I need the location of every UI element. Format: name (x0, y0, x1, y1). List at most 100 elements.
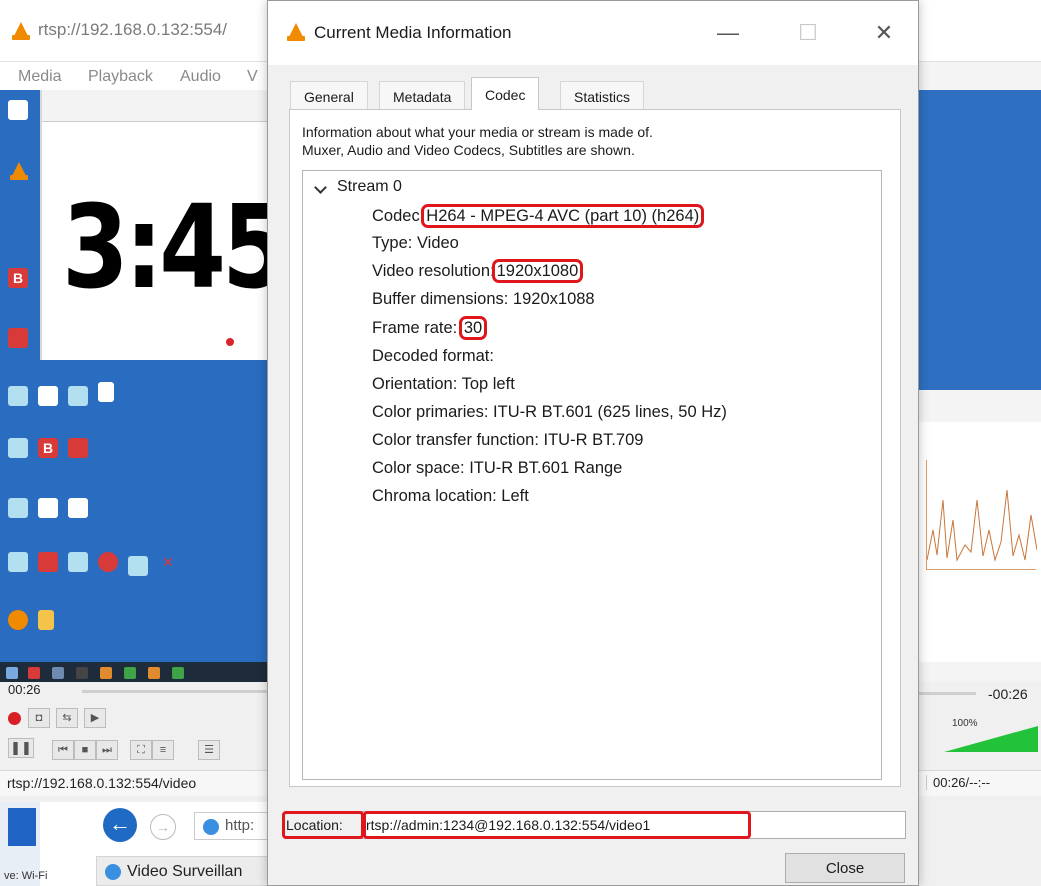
volume-slider[interactable] (944, 726, 1038, 752)
forward-button[interactable]: → (150, 814, 176, 840)
menu-media[interactable]: Media (18, 68, 62, 86)
network-status-text: ve: Wi-Fi (4, 870, 48, 882)
remote-blue-window (918, 90, 1041, 390)
desktop-image-icon (68, 386, 88, 406)
codec-tree[interactable]: Stream 0 Codec: H264 - MPEG-4 AVC (part 1… (302, 170, 882, 780)
maximize-button[interactable]: ☐ (788, 15, 828, 51)
taskbar-app-icon (8, 808, 36, 846)
tab-metadata[interactable]: Metadata (379, 81, 466, 109)
desktop-app-icon (8, 328, 28, 348)
desktop-b-icon: B (8, 268, 28, 288)
framerate-value: 30 (458, 316, 488, 340)
desktop-app-icon (38, 552, 58, 572)
menu-audio[interactable]: Audio (180, 68, 221, 86)
desktop-document-icon (68, 498, 88, 518)
desktop-x-icon: ✕ (162, 554, 174, 570)
pause-button[interactable]: ❚❚ (8, 738, 34, 758)
resolution-label: Video resolution: (372, 262, 495, 280)
ie-icon (105, 864, 121, 880)
taskbar-app-icon (148, 667, 160, 679)
media-information-dialog: Current Media Information — ☐ ✕ General … (267, 0, 919, 886)
taskbar-app-icon (100, 667, 112, 679)
background-browser: ve: Wi-Fi ← → http: Video Surveillan (0, 802, 270, 886)
browser-tab[interactable]: Video Surveillan (96, 856, 270, 886)
desktop-image-icon (68, 552, 88, 572)
taskbar-app-icon (124, 667, 136, 679)
seek-bar[interactable] (82, 690, 267, 693)
location-label-highlight (282, 811, 364, 839)
taskbar-side: ve: Wi-Fi (0, 802, 47, 886)
back-button[interactable]: ← (103, 808, 137, 842)
minimize-button[interactable]: — (708, 15, 748, 51)
next-button[interactable]: ⏭ (96, 740, 118, 760)
address-text: http: (225, 817, 255, 834)
desktop-folder-icon (38, 610, 54, 630)
info-line-2: Muxer, Audio and Video Codecs, Subtitles… (302, 142, 635, 158)
codec-info-text: Information about what your media or str… (302, 123, 882, 159)
buffer-row: Buffer dimensions: 1920x1088 (372, 290, 595, 308)
frame-step-button[interactable]: ▶ (84, 708, 106, 728)
framerate-row: Frame rate: 30 (372, 316, 488, 340)
background-right-panel (918, 62, 1041, 682)
remote-desktop-timer-window: 3:45: (40, 90, 270, 360)
record-indicator-icon (226, 338, 234, 346)
colorspace-row: Color space: ITU-R BT.601 Range (372, 459, 623, 477)
desktop-document-icon (98, 382, 114, 402)
remaining-time: -00:26 (988, 686, 1028, 702)
desktop-app-icon (8, 610, 28, 630)
tab-general[interactable]: General (290, 81, 368, 109)
stop-button[interactable]: ■ (74, 740, 96, 760)
dialog-title: Current Media Information (314, 23, 512, 42)
dialog-body: General Metadata Codec Statistics Inform… (268, 65, 918, 885)
extended-settings-button[interactable]: ≡ (152, 740, 174, 760)
video-output[interactable]: 3:45: B B ✕ (0, 90, 270, 682)
stream-0-node[interactable]: Stream 0 (337, 178, 402, 196)
codec-value: H264 - MPEG-4 AVC (part 10) (h264) (421, 204, 705, 228)
type-row: Type: Video (372, 234, 459, 252)
menu-video[interactable]: V (247, 68, 258, 86)
desktop-b-icon: B (38, 438, 58, 458)
desktop-app-icon (128, 556, 148, 576)
loop-button[interactable]: ⇆ (56, 708, 78, 728)
fullscreen-button[interactable]: ⛶ (130, 740, 152, 760)
location-value-highlight (363, 811, 751, 839)
address-bar[interactable]: http: (194, 812, 270, 840)
remote-toolbar (42, 90, 270, 122)
desktop-app-icon (98, 552, 118, 572)
codec-label: Codec: (372, 207, 425, 225)
elapsed-time: 00:26 (8, 682, 41, 697)
snapshot-button[interactable]: ◘ (28, 708, 50, 728)
vlc-cone-icon (287, 23, 305, 41)
close-window-button[interactable]: ✕ (864, 15, 904, 51)
remote-clock-display: 3:45: (62, 180, 270, 315)
taskbar-app-icon (52, 667, 64, 679)
vlc-cone-icon (12, 22, 30, 40)
taskbar-app-icon (28, 667, 40, 679)
framerate-label: Frame rate: (372, 319, 458, 337)
previous-button[interactable]: ⏮ (52, 740, 74, 760)
tab-codec[interactable]: Codec (471, 77, 540, 110)
info-line-1: Information about what your media or str… (302, 124, 653, 140)
playlist-button[interactable]: ☰ (198, 740, 220, 760)
resolution-row: Video resolution: 1920x1080 (372, 259, 584, 283)
expand-chevron-icon[interactable] (314, 181, 327, 194)
network-graph-svg (926, 489, 1038, 562)
status-time: 00:26/--:-- (926, 775, 990, 790)
dialog-titlebar: Current Media Information — ☐ ✕ (268, 1, 918, 65)
record-button[interactable] (8, 712, 21, 725)
background-window-title: rtsp://192.168.0.132:554/ (38, 20, 228, 39)
taskbar-app-icon (172, 667, 184, 679)
menu-playback[interactable]: Playback (88, 68, 153, 86)
desktop-gear-icon (8, 498, 28, 518)
tab-statistics[interactable]: Statistics (560, 81, 645, 109)
seek-bar-end[interactable] (918, 692, 976, 695)
close-button[interactable]: Close (785, 853, 905, 883)
desktop-chat-icon (8, 386, 28, 406)
start-icon (6, 667, 18, 679)
desktop-document-icon (38, 386, 58, 406)
codec-row: Codec: H264 - MPEG-4 AVC (part 10) (h264) (372, 204, 705, 228)
desktop-document-icon (38, 498, 58, 518)
decoded-row: Decoded format: (372, 347, 494, 365)
taskbar-app-icon (76, 667, 88, 679)
codec-panel: Information about what your media or str… (289, 109, 901, 787)
